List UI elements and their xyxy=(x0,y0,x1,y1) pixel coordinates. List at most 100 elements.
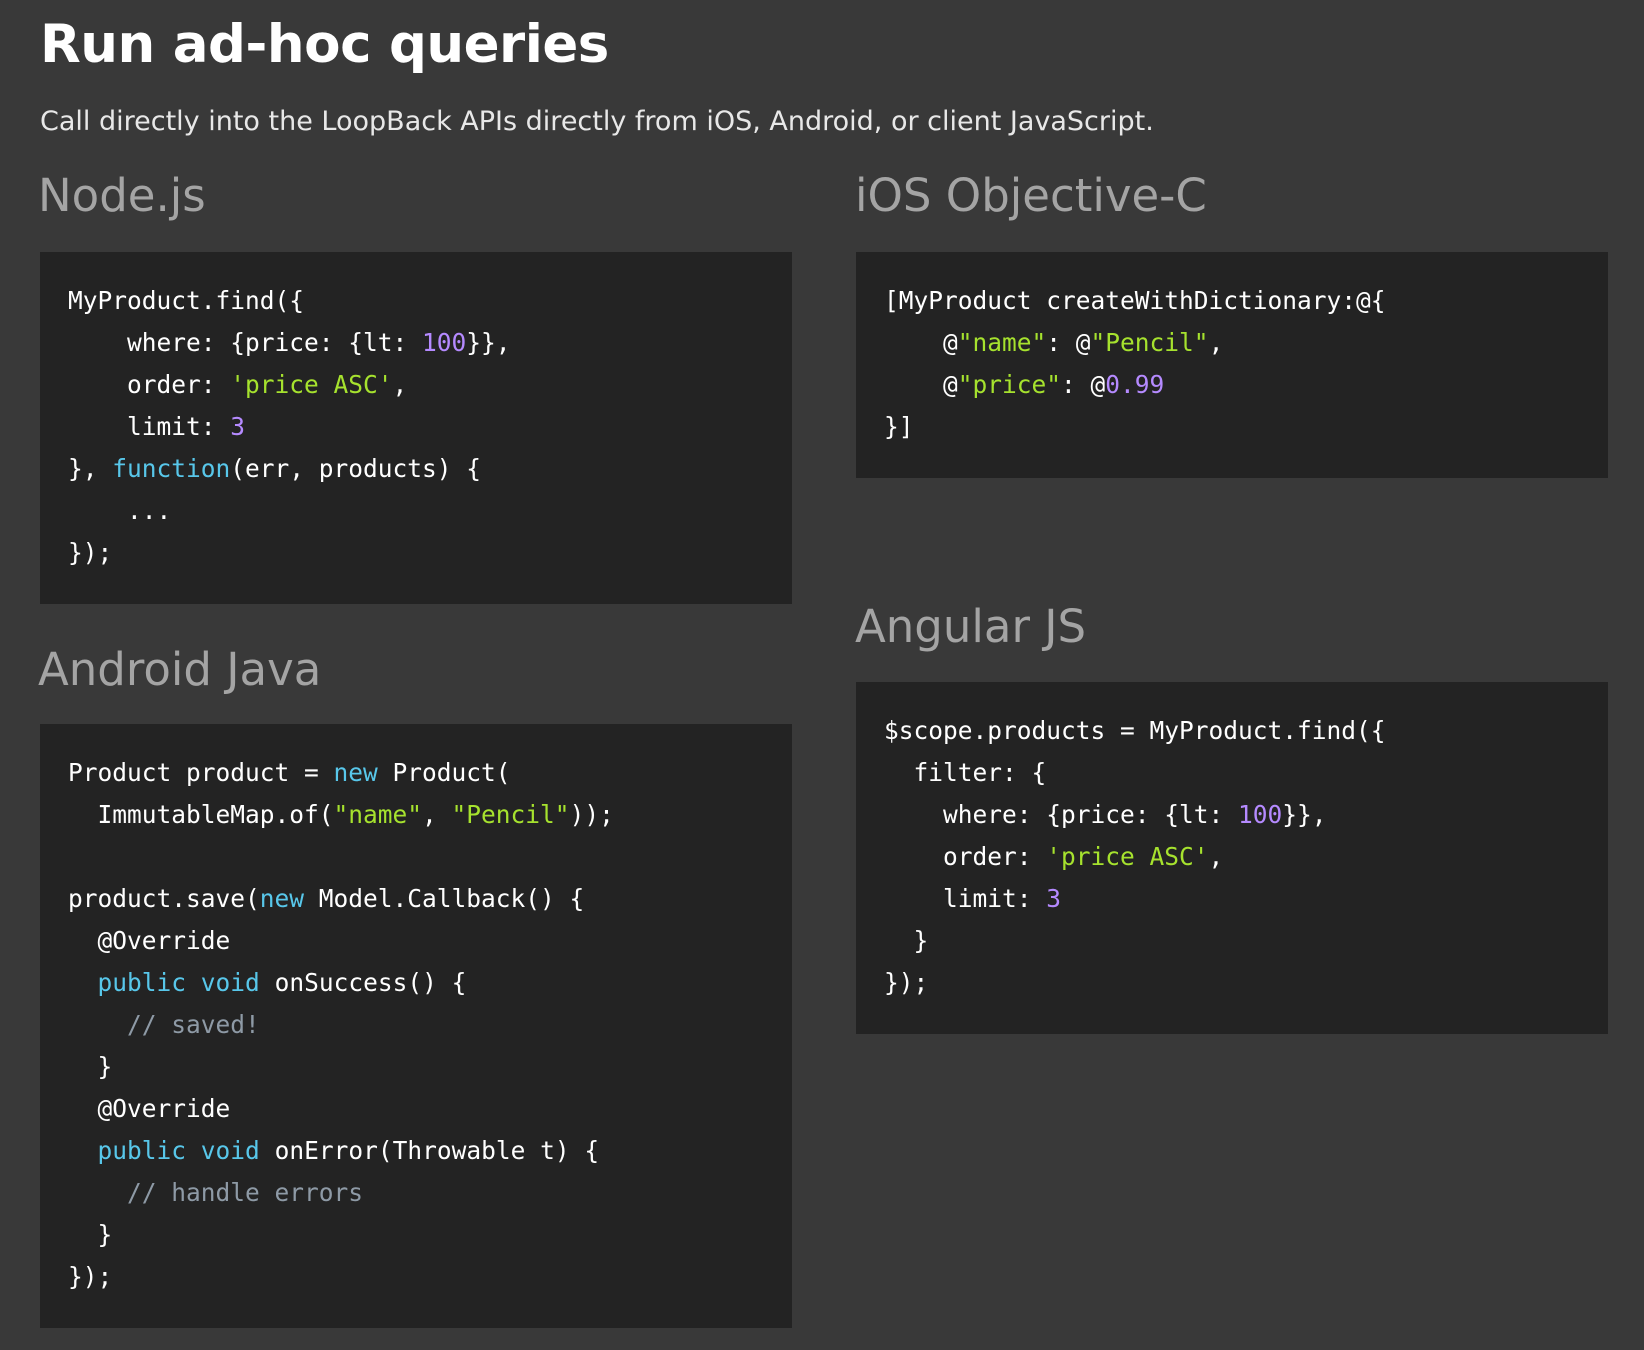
code-token-plain: onError(Throwable t) { xyxy=(259,1136,600,1165)
code-token-num: 3 xyxy=(230,412,246,441)
code-line: } xyxy=(884,920,1580,962)
heading-nodejs: Node.js xyxy=(38,169,206,222)
code-block-android-java: Product product = new Product( Immutable… xyxy=(40,724,792,1328)
code-token-plain: [MyProduct createWithDictionary:@{ xyxy=(884,286,1386,315)
code-line: ... xyxy=(68,490,764,532)
code-token-plain: }); xyxy=(68,1262,113,1291)
code-token-plain: @ xyxy=(884,328,958,357)
code-line: // saved! xyxy=(68,1004,764,1046)
code-token-num: 100 xyxy=(422,328,467,357)
page-title: Run ad-hoc queries xyxy=(40,14,609,75)
code-token-str: "price" xyxy=(957,370,1062,399)
code-token-plain: onSuccess() { xyxy=(259,968,467,997)
code-token-plain: }, xyxy=(68,454,113,483)
code-token-plain: product.save( xyxy=(68,884,260,913)
code-token-plain: where: {price: {lt: xyxy=(884,800,1239,829)
code-token-plain: , xyxy=(392,370,408,399)
code-token-plain: where: {price: {lt: xyxy=(68,328,423,357)
code-token-plain: filter: { xyxy=(884,758,1047,787)
code-token-plain: }); xyxy=(68,538,113,567)
code-line: } xyxy=(68,1046,764,1088)
code-line: @Override xyxy=(68,920,764,962)
code-line: $scope.products = MyProduct.find({ xyxy=(884,710,1580,752)
code-token-plain: ... xyxy=(68,496,172,525)
code-token-num: 0.99 xyxy=(1105,370,1165,399)
code-line: }); xyxy=(884,962,1580,1004)
code-line: order: 'price ASC', xyxy=(68,364,764,406)
code-token-plain: Product( xyxy=(377,758,511,787)
code-token-kw: void xyxy=(200,968,260,997)
code-line: public void onError(Throwable t) { xyxy=(68,1130,764,1172)
code-token-kw: new xyxy=(333,758,378,787)
code-line: [MyProduct createWithDictionary:@{ xyxy=(884,280,1580,322)
code-line: @"name": @"Pencil", xyxy=(884,322,1580,364)
code-line: where: {price: {lt: 100}}, xyxy=(68,322,764,364)
code-token-com: // handle errors xyxy=(68,1178,364,1207)
heading-ios-objective-c: iOS Objective-C xyxy=(855,169,1207,222)
code-line: Product product = new Product( xyxy=(68,752,764,794)
code-token-str: "name" xyxy=(333,800,423,829)
code-token-kw: new xyxy=(259,884,305,913)
code-token-kw: public xyxy=(97,1136,187,1165)
code-token-plain: @Override xyxy=(68,926,231,955)
code-line: ImmutableMap.of("name", "Pencil")); xyxy=(68,794,764,836)
code-line: where: {price: {lt: 100}}, xyxy=(884,794,1580,836)
code-line: // handle errors xyxy=(68,1172,764,1214)
code-token-num: 100 xyxy=(1238,800,1283,829)
code-token-plain: order: xyxy=(884,842,1047,871)
code-token-num: 3 xyxy=(1046,884,1062,913)
code-token-plain: }}, xyxy=(1282,800,1327,829)
code-token-plain: : @ xyxy=(1061,370,1106,399)
code-token-plain: limit: xyxy=(884,884,1047,913)
code-line: @"price": @0.99 xyxy=(884,364,1580,406)
code-block-angular-js: $scope.products = MyProduct.find({ filte… xyxy=(856,682,1608,1034)
code-token-plain: @ xyxy=(884,370,958,399)
code-token-plain: (err, products) { xyxy=(230,454,482,483)
heading-android-java: Android Java xyxy=(38,643,322,696)
code-line: }); xyxy=(68,1256,764,1298)
code-token-kw: void xyxy=(200,1136,260,1165)
code-token-plain: , xyxy=(1208,328,1224,357)
code-line: limit: 3 xyxy=(884,878,1580,920)
code-token-plain: }] xyxy=(884,412,914,441)
code-token-plain: ImmutableMap.of( xyxy=(68,800,334,829)
code-token-kw: public xyxy=(97,968,187,997)
code-token-plain: order: xyxy=(68,370,231,399)
code-block-nodejs: MyProduct.find({ where: {price: {lt: 100… xyxy=(40,252,792,604)
code-token-plain: } xyxy=(68,1052,113,1081)
code-line: order: 'price ASC', xyxy=(884,836,1580,878)
code-token-plain: @Override xyxy=(68,1094,231,1123)
code-line: } xyxy=(68,1214,764,1256)
code-token-plain: )); xyxy=(569,800,614,829)
code-token-plain: MyProduct.find({ xyxy=(68,286,305,315)
code-line: filter: { xyxy=(884,752,1580,794)
code-token-plain: } xyxy=(68,1220,113,1249)
code-line: public void onSuccess() { xyxy=(68,962,764,1004)
code-token-plain: Product product = xyxy=(68,758,334,787)
code-token-str: "Pencil" xyxy=(451,800,570,829)
code-line: }] xyxy=(884,406,1580,448)
heading-angular-js: Angular JS xyxy=(855,600,1087,653)
code-token-str: 'price ASC' xyxy=(1046,842,1209,871)
code-token-plain: , xyxy=(422,800,452,829)
code-line: }); xyxy=(68,532,764,574)
code-token-plain: limit: xyxy=(68,412,231,441)
code-token-plain: $scope.products = MyProduct.find({ xyxy=(884,716,1386,745)
code-line: }, function(err, products) { xyxy=(68,448,764,490)
code-line: product.save(new Model.Callback() { xyxy=(68,878,764,920)
code-line: MyProduct.find({ xyxy=(68,280,764,322)
code-token-plain: }); xyxy=(884,968,929,997)
code-token-str: "name" xyxy=(957,328,1047,357)
code-token-plain: } xyxy=(884,926,929,955)
code-token-plain: : @ xyxy=(1046,328,1091,357)
code-line: limit: 3 xyxy=(68,406,764,448)
code-token-plain: Model.Callback() { xyxy=(304,884,585,913)
page-subtitle: Call directly into the LoopBack APIs dir… xyxy=(40,106,1154,137)
code-block-ios-objective-c: [MyProduct createWithDictionary:@{ @"nam… xyxy=(856,252,1608,478)
code-token-plain: , xyxy=(1208,842,1224,871)
code-token-com: // saved! xyxy=(68,1010,260,1039)
